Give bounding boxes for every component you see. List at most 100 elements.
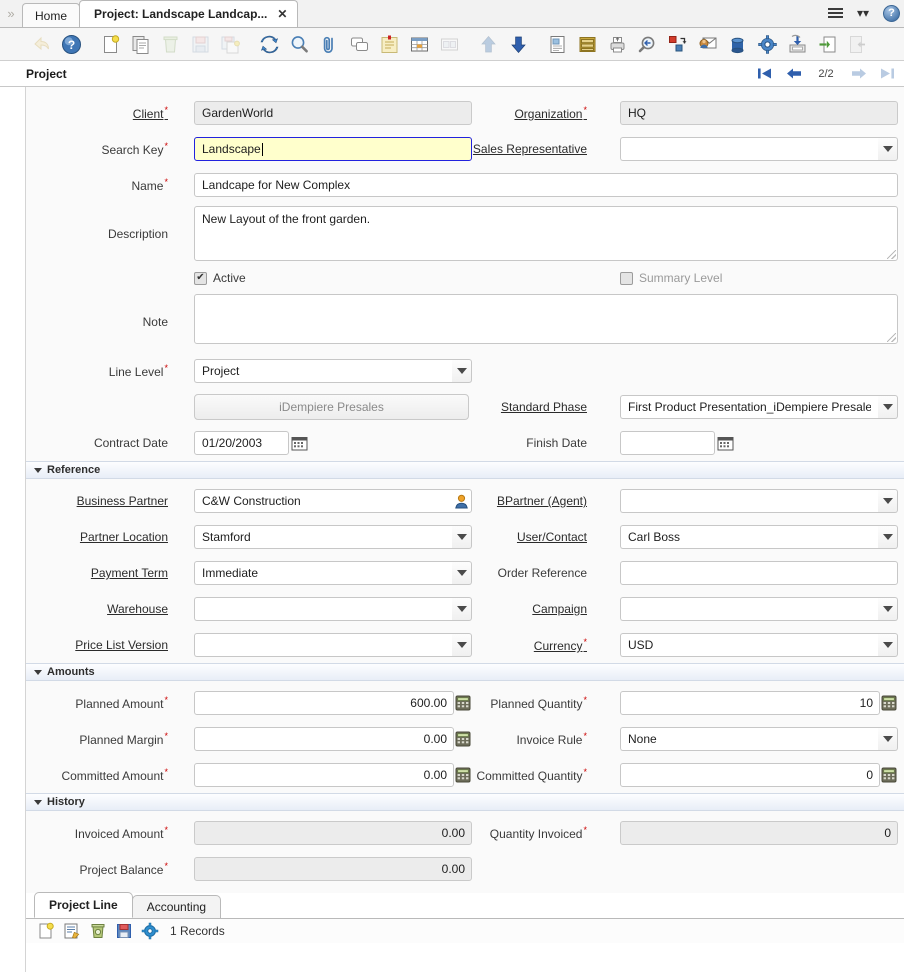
calendar-icon[interactable]	[289, 432, 309, 454]
invoice-rule-select[interactable]: None	[620, 727, 878, 751]
section-history[interactable]: History	[26, 793, 904, 811]
search-key-input[interactable]: Landscape	[194, 137, 472, 161]
description-textarea[interactable]: New Layout of the front garden.	[194, 206, 898, 261]
user-contact-label[interactable]: User/Contact	[517, 530, 587, 544]
note-textarea[interactable]	[194, 294, 898, 344]
window-tab-home[interactable]: Home	[22, 3, 81, 27]
active-checkbox[interactable]: ✔ Active	[194, 271, 246, 285]
parent-record-icon[interactable]	[473, 29, 503, 59]
undo-icon[interactable]	[26, 29, 56, 59]
client-label[interactable]: Client*	[133, 105, 168, 121]
request-icon[interactable]	[374, 29, 404, 59]
name-input[interactable]: Landcape for New Complex	[194, 173, 898, 197]
chevron-down-icon[interactable]	[452, 525, 472, 549]
new-record-icon[interactable]	[95, 29, 125, 59]
payment-term-select[interactable]: Immediate	[194, 561, 452, 585]
chevron-down-icon[interactable]	[878, 597, 898, 621]
chevron-down-icon[interactable]	[452, 633, 472, 657]
chevron-down-icon[interactable]	[878, 395, 898, 419]
active-workflow-icon[interactable]	[692, 29, 722, 59]
close-icon[interactable]: ✕	[277, 8, 287, 20]
section-reference[interactable]: Reference	[26, 461, 904, 479]
save-record-icon[interactable]	[185, 29, 215, 59]
previous-record-icon[interactable]	[785, 65, 802, 82]
print-icon[interactable]	[602, 29, 632, 59]
presales-button[interactable]: iDempiere Presales	[194, 394, 469, 420]
chevron-down-icon[interactable]	[878, 525, 898, 549]
payment-term-label[interactable]: Payment Term	[91, 566, 168, 580]
committed-quantity-input[interactable]: 0	[620, 763, 880, 787]
warehouse-select[interactable]	[194, 597, 452, 621]
line-level-select[interactable]: Project	[194, 359, 452, 383]
organization-label[interactable]: Organization*	[514, 105, 587, 121]
resize-handle-icon[interactable]	[887, 333, 896, 342]
partner-location-label[interactable]: Partner Location	[80, 530, 168, 544]
calculator-icon[interactable]	[879, 692, 899, 714]
section-amounts[interactable]: Amounts	[26, 663, 904, 681]
price-list-version-select[interactable]	[194, 633, 452, 657]
calculator-icon[interactable]	[879, 764, 899, 786]
chevron-down-icon[interactable]	[878, 137, 898, 161]
calculator-icon[interactable]	[453, 692, 473, 714]
standard-phase-label[interactable]: Standard Phase	[501, 400, 587, 414]
price-list-version-label[interactable]: Price List Version	[75, 638, 168, 652]
business-partner-input[interactable]: C&W Construction	[194, 489, 472, 513]
planned-quantity-input[interactable]: 10	[620, 691, 880, 715]
business-partner-info-icon[interactable]	[451, 490, 471, 512]
refresh-icon[interactable]	[254, 29, 284, 59]
chat-icon[interactable]	[344, 29, 374, 59]
archive-icon[interactable]	[572, 29, 602, 59]
tab-project-line[interactable]: Project Line	[34, 892, 133, 918]
save-row-icon[interactable]	[114, 921, 134, 941]
attachment-icon[interactable]	[314, 29, 344, 59]
first-record-icon[interactable]	[756, 65, 773, 82]
tab-accounting[interactable]: Accounting	[131, 895, 222, 918]
partner-location-select[interactable]: Stamford	[194, 525, 452, 549]
campaign-select[interactable]	[620, 597, 878, 621]
chevron-down-icon[interactable]	[878, 727, 898, 751]
row-settings-icon[interactable]	[140, 921, 160, 941]
help-icon[interactable]: ?	[883, 4, 900, 22]
standard-phase-select[interactable]: First Product Presentation_iDempiere Pre…	[620, 395, 878, 419]
window-tab-project[interactable]: Project: Landscape Landcap... ✕	[79, 0, 299, 27]
committed-amount-input[interactable]: 0.00	[194, 763, 454, 787]
delete-row-icon[interactable]	[88, 921, 108, 941]
calendar-icon[interactable]	[715, 432, 735, 454]
order-reference-input[interactable]	[620, 561, 898, 585]
print-preview-icon[interactable]	[632, 29, 662, 59]
report-icon[interactable]	[542, 29, 572, 59]
export-icon[interactable]	[782, 29, 812, 59]
grid-toggle-icon[interactable]	[404, 29, 434, 59]
planned-amount-input[interactable]: 600.00	[194, 691, 454, 715]
copy-record-icon[interactable]	[125, 29, 155, 59]
csv-import-icon[interactable]	[812, 29, 842, 59]
new-row-icon[interactable]	[36, 921, 56, 941]
detail-record-icon[interactable]	[503, 29, 533, 59]
bpartner-agent-select[interactable]	[620, 489, 878, 513]
product-info-icon[interactable]	[722, 29, 752, 59]
finish-date-input[interactable]	[620, 431, 715, 455]
chevron-down-icon[interactable]	[878, 489, 898, 513]
sales-representative-label[interactable]: Sales Representative	[473, 142, 587, 156]
currency-label[interactable]: Currency*	[534, 637, 587, 653]
bpartner-agent-label[interactable]: BPartner (Agent)	[497, 494, 587, 508]
currency-select[interactable]: USD	[620, 633, 878, 657]
chevron-double-down-icon[interactable]: ▾▾	[857, 7, 869, 19]
planned-margin-input[interactable]: 0.00	[194, 727, 454, 751]
chevron-down-icon[interactable]	[452, 561, 472, 585]
contract-date-input[interactable]: 01/20/2003	[194, 431, 289, 455]
business-partner-label[interactable]: Business Partner	[77, 494, 168, 508]
next-record-icon[interactable]	[850, 65, 867, 82]
menu-icon[interactable]	[827, 7, 843, 19]
chevron-down-icon[interactable]	[452, 597, 472, 621]
find-icon[interactable]	[284, 29, 314, 59]
expand-menu-chevron-icon[interactable]: »	[0, 0, 22, 27]
edit-row-icon[interactable]	[62, 921, 82, 941]
chevron-down-icon[interactable]	[452, 359, 472, 383]
calculator-icon[interactable]	[453, 764, 473, 786]
user-contact-select[interactable]: Carl Boss	[620, 525, 878, 549]
help-icon[interactable]: ?	[56, 29, 86, 59]
sales-representative-input[interactable]	[620, 137, 878, 161]
calculator-icon[interactable]	[453, 728, 473, 750]
campaign-label[interactable]: Campaign	[532, 602, 587, 616]
